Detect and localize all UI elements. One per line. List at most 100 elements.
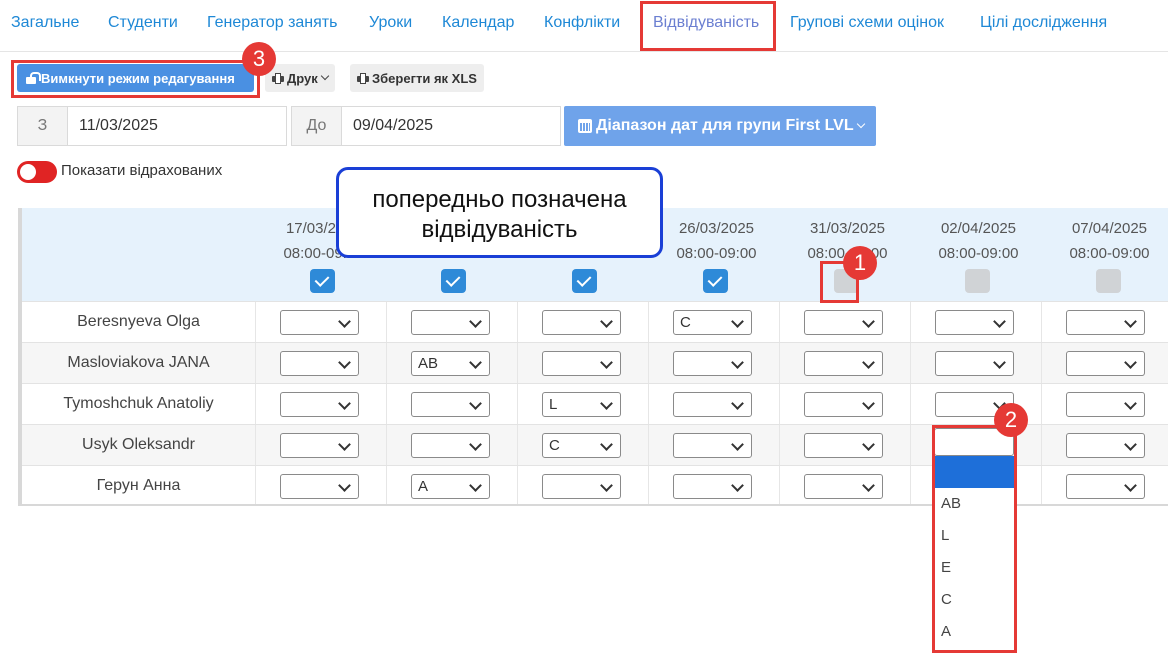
attendance-select[interactable] [411,392,490,417]
attendance-cell [1041,343,1168,383]
column-checkbox[interactable] [441,269,466,293]
date-to-group: До 09/04/2025 [291,106,561,146]
column-date: 26/03/2025 [678,220,755,237]
column-checkbox[interactable] [572,269,597,293]
attendance-cell: C [648,302,779,342]
student-name: Masloviakova JANA [22,343,255,383]
attendance-select[interactable] [804,433,883,458]
annotation-badge-3: 3 [242,42,276,76]
attendance-cell [255,343,386,383]
attendance-select[interactable] [673,392,752,417]
column-checkbox[interactable] [703,269,728,293]
attendance-cell [255,466,386,505]
table-row: Beresnyeva Olga C [22,301,1168,342]
date-from-input[interactable]: 11/03/2025 [68,107,286,145]
attendance-select[interactable] [280,310,359,335]
attendance-select[interactable] [804,351,883,376]
attendance-select[interactable] [542,474,621,499]
attendance-cell [779,343,910,383]
column-time: 08:00-09:00 [938,245,1019,262]
attendance-cell [517,302,648,342]
attendance-select[interactable] [542,310,621,335]
attendance-cell [255,425,386,465]
tab-calendar[interactable]: Календар [442,14,514,32]
column-header: 26/03/2025 08:00-09:00 [651,208,782,301]
column-time: 08:00-09:00 [676,245,757,262]
attendance-select[interactable]: C [673,310,752,335]
attendance-cell: L [517,384,648,424]
show-expelled-toggle[interactable] [17,161,57,183]
date-to-label: До [292,107,342,145]
column-date: 02/04/2025 [940,220,1017,237]
attendance-cell: C [517,425,648,465]
attendance-select[interactable] [1066,392,1145,417]
tab-group-grading-schemes[interactable]: Групові схеми оцінок [790,14,944,32]
attendance-select[interactable] [935,310,1014,335]
attendance-select[interactable] [411,310,490,335]
printer-icon [357,72,369,84]
attendance-select[interactable] [673,351,752,376]
attendance-select[interactable] [280,433,359,458]
attendance-cell [1041,425,1168,465]
attendance-select[interactable] [1066,351,1145,376]
attendance-select[interactable] [280,474,359,499]
annotation-callout: попередньо позначена відвідуваність [336,167,663,258]
tab-students[interactable]: Студенти [108,14,178,32]
attendance-select[interactable] [935,351,1014,376]
attendance-cell [517,343,648,383]
attendance-select[interactable] [673,433,752,458]
export-button-label: Зберегти як XLS [372,70,477,86]
date-to-input[interactable]: 09/04/2025 [342,107,560,145]
tab-general[interactable]: Загальне [11,14,79,32]
attendance-select[interactable] [542,351,621,376]
attendance-cell [255,384,386,424]
annotation-badge-2: 2 [994,403,1028,437]
date-from-label: З [18,107,68,145]
toggle-knob [20,164,36,180]
attendance-cell [255,302,386,342]
column-time: 08:00-09:00 [1069,245,1150,262]
attendance-cell [517,466,648,505]
attendance-cell [910,302,1041,342]
column-checkbox[interactable] [965,269,990,293]
print-button[interactable]: Друк [265,64,335,92]
attendance-select[interactable] [1066,310,1145,335]
attendance-select[interactable] [280,351,359,376]
attendance-select[interactable] [804,310,883,335]
attendance-select[interactable]: L [542,392,621,417]
column-checkbox[interactable] [310,269,335,293]
column-header: 02/04/2025 08:00-09:00 [913,208,1044,301]
attendance-select[interactable]: C [542,433,621,458]
attendance-cell [386,425,517,465]
attendance-select[interactable]: AB [411,351,490,376]
column-checkbox[interactable] [1096,269,1121,293]
attendance-select[interactable]: A [411,474,490,499]
attendance-cell [648,466,779,505]
date-range-button-label: Діапазон дат для групи First LVL [596,117,854,134]
tab-lesson-generator[interactable]: Генератор занять [207,14,337,32]
attendance-select[interactable] [411,433,490,458]
attendance-select[interactable] [804,474,883,499]
tab-lessons[interactable]: Уроки [369,14,412,32]
annotation-badge-1: 1 [843,246,877,280]
attendance-select[interactable] [1066,474,1145,499]
date-range-button[interactable]: Діапазон дат для групи First LVL [564,106,876,146]
student-name: Beresnyeva Olga [77,313,200,330]
attendance-cell [648,343,779,383]
attendance-select[interactable] [673,474,752,499]
export-xls-button[interactable]: Зберегти як XLS [350,64,484,92]
calendar-icon [578,119,592,133]
attendance-select[interactable] [280,392,359,417]
chevron-down-icon [856,119,865,129]
student-name: Герун Анна [96,477,181,494]
attendance-cell: A [386,466,517,505]
show-expelled-label: Показати відрахованих [61,162,223,179]
attendance-select[interactable] [1066,433,1145,458]
print-button-label: Друк [287,70,318,86]
printer-icon [272,72,284,84]
attendance-cell [779,302,910,342]
tab-conflicts[interactable]: Конфлікти [544,14,620,32]
attendance-select[interactable] [804,392,883,417]
attendance-cell [648,425,779,465]
tab-study-goals[interactable]: Цілі дослідження [980,14,1107,32]
